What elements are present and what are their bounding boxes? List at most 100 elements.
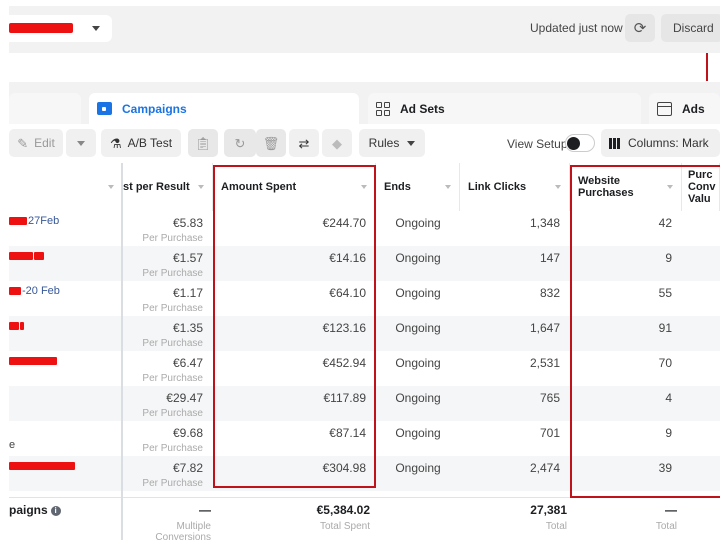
- tab-ad-sets[interactable]: Ad Sets: [368, 93, 641, 124]
- table-row[interactable]: €1.57 Per Purchase €14.16 Ongoing 147 9: [9, 246, 720, 281]
- sort-icon: [445, 185, 451, 189]
- cost-per-result-sub: Per Purchase: [142, 443, 203, 454]
- sort-icon: [108, 185, 114, 189]
- ab-test-button[interactable]: ⚗ A/B Test: [101, 129, 181, 157]
- totals-row: paigns i — Multiple Conversions €5,384.02…: [9, 497, 720, 540]
- campaign-name[interactable]: [9, 316, 121, 351]
- link-clicks: 832: [460, 281, 570, 316]
- column-header-link-clicks[interactable]: Link Clicks: [460, 163, 570, 211]
- table-row[interactable]: 27Feb €5.83 Per Purchase €244.70 Ongoing 1,34…: [9, 211, 720, 246]
- campaign-name[interactable]: [9, 246, 121, 281]
- frozen-column-divider: [121, 163, 123, 540]
- tab-ads[interactable]: Ads: [649, 93, 720, 124]
- link-clicks-value: 765: [539, 391, 560, 405]
- redacted-text: [9, 357, 57, 366]
- column-header-label: st per Result: [123, 181, 190, 193]
- campaign-name[interactable]: 27Feb: [9, 211, 121, 246]
- campaign-name-text: e: [9, 439, 16, 451]
- tab-account-overview[interactable]: [9, 93, 81, 124]
- totals-label: paigns i: [9, 503, 61, 517]
- edit-dropdown-button[interactable]: [66, 129, 96, 157]
- link-clicks-value: 1,348: [529, 216, 560, 230]
- undo-button[interactable]: ↻: [224, 129, 256, 157]
- link-clicks-value: 701: [539, 426, 560, 440]
- cost-per-result: €6.47 Per Purchase: [123, 351, 213, 386]
- totals-value: €5,384.02: [316, 503, 370, 517]
- campaign-name[interactable]: [9, 351, 121, 386]
- ab-test-label: A/B Test: [127, 136, 173, 150]
- trash-icon: 🗑︎: [262, 135, 280, 151]
- campaign-name[interactable]: [9, 456, 121, 491]
- link-clicks-value: 832: [539, 286, 560, 300]
- tab-campaigns[interactable]: Campaigns: [89, 93, 359, 124]
- columns-button[interactable]: Columns: Mark: [601, 129, 720, 157]
- totals-sub: Total: [545, 521, 567, 532]
- table-row[interactable]: -20 Feb €1.17 Per Purchase €64.10 Ongoing 832…: [9, 281, 720, 316]
- website-purchases-value: 9: [665, 426, 672, 440]
- tab-ads-label: Ads: [682, 101, 705, 116]
- info-icon[interactable]: i: [50, 505, 61, 516]
- link-clicks-value: 147: [539, 251, 560, 265]
- amount-spent: €304.98: [213, 456, 376, 491]
- redacted-text: [9, 252, 33, 261]
- cost-per-result-sub: Per Purchase: [142, 373, 203, 384]
- ends: Ongoing: [376, 386, 460, 421]
- window-icon: [657, 101, 672, 116]
- redacted-text: [34, 252, 44, 261]
- amount-spent-value: €87.14: [329, 426, 366, 440]
- column-header-purchase-conversion-value[interactable]: Purc Conv Valu: [682, 163, 720, 211]
- cost-per-result-value: €6.47: [172, 356, 203, 370]
- table-row[interactable]: €29.47 Per Purchase €117.89 Ongoing 765 4: [9, 386, 720, 421]
- refresh-button[interactable]: ⟳: [625, 14, 655, 42]
- edit-button[interactable]: ✎ Edit: [9, 129, 63, 157]
- cost-per-result-sub: Per Purchase: [142, 303, 203, 314]
- table-row[interactable]: €6.47 Per Purchase €452.94 Ongoing 2,531 70: [9, 351, 720, 386]
- ends: Ongoing: [376, 211, 460, 246]
- website-purchases-value: 91: [658, 321, 672, 335]
- table-row[interactable]: e €9.68 Per Purchase €87.14 Ongoing 701 9: [9, 421, 720, 456]
- column-header-website-purchases[interactable]: Website Purchases: [570, 163, 682, 211]
- account-selector[interactable]: [9, 15, 112, 42]
- rules-button[interactable]: Rules: [359, 129, 425, 157]
- column-header-cost-per-result[interactable]: st per Result: [123, 163, 213, 211]
- export-button[interactable]: ⇄: [289, 129, 319, 157]
- campaign-name[interactable]: e: [9, 421, 121, 456]
- view-setup-toggle[interactable]: [565, 134, 595, 152]
- link-clicks: 2,474: [460, 456, 570, 491]
- campaign-name[interactable]: -20 Feb: [9, 281, 121, 316]
- cost-per-result-sub: Per Purchase: [142, 478, 203, 489]
- ends-value: Ongoing: [395, 251, 441, 265]
- amount-spent: €123.16: [213, 316, 376, 351]
- table-row[interactable]: €7.82 Per Purchase €304.98 Ongoing 2,474 39: [9, 456, 720, 491]
- campaign-name[interactable]: [9, 386, 121, 421]
- column-header-name[interactable]: [9, 163, 123, 211]
- link-clicks: 147: [460, 246, 570, 281]
- duplicate-button[interactable]: 📋︎: [188, 129, 218, 157]
- chevron-down-icon: [77, 140, 85, 146]
- totals-value: —: [199, 503, 211, 517]
- undo-icon: ↻: [234, 135, 246, 151]
- clipboard-icon: 📋︎: [194, 135, 212, 151]
- rules-label: Rules: [368, 136, 400, 150]
- column-header-ends[interactable]: Ends: [376, 163, 460, 211]
- discard-button[interactable]: Discard: [661, 14, 720, 42]
- redacted-text: [9, 217, 27, 226]
- cost-per-result: €1.57 Per Purchase: [123, 246, 213, 281]
- cost-per-result-value: €1.35: [172, 321, 203, 335]
- totals-value: 27,381: [530, 503, 567, 517]
- tag-button[interactable]: ◆: [322, 129, 352, 157]
- column-header-amount-spent[interactable]: Amount Spent: [213, 163, 376, 211]
- website-purchases: 9: [570, 421, 682, 456]
- table-row[interactable]: €1.35 Per Purchase €123.16 Ongoing 1,647 91: [9, 316, 720, 351]
- delete-button[interactable]: 🗑︎: [256, 129, 286, 157]
- link-clicks-value: 2,474: [529, 461, 560, 475]
- cost-per-result-value: €1.57: [172, 251, 203, 265]
- link-clicks: 701: [460, 421, 570, 456]
- sort-icon: [555, 185, 561, 189]
- chevron-down-icon: [92, 26, 100, 31]
- totals-link-clicks: 27,381 Total: [460, 503, 567, 532]
- link-clicks-value: 1,647: [529, 321, 560, 335]
- website-purchases: 39: [570, 456, 682, 491]
- website-purchases: 55: [570, 281, 682, 316]
- cost-per-result-sub: Per Purchase: [142, 233, 203, 244]
